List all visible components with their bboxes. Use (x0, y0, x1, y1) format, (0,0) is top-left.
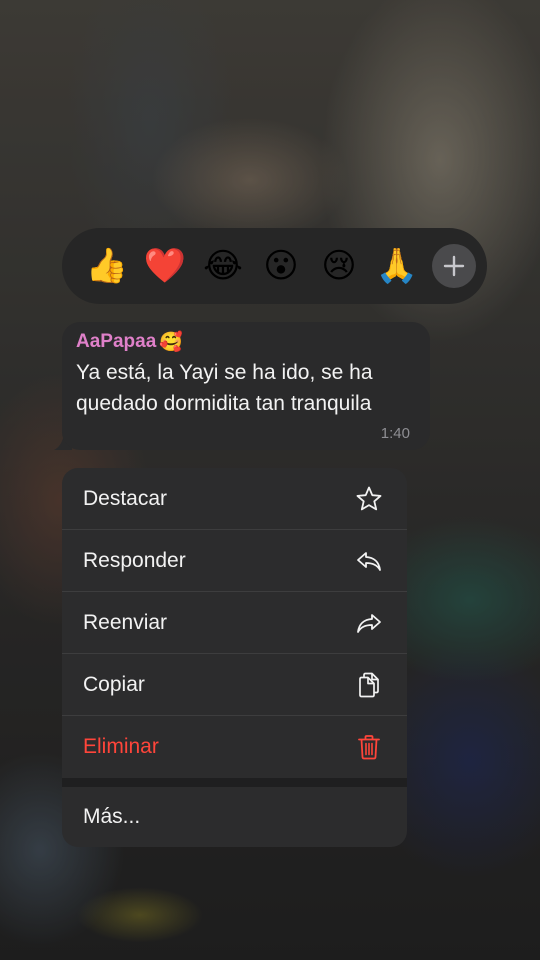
menu-item-label: Responder (83, 548, 186, 572)
face-with-tears-of-joy-icon[interactable]: 😂 (194, 237, 252, 295)
reaction-bar: 👍 ❤️ 😂 😮 😢 🙏 (62, 228, 487, 304)
forward-icon (355, 609, 383, 637)
menu-separator (62, 778, 407, 787)
message-text: Ya está, la Yayi se ha ido, se ha quedad… (76, 361, 373, 415)
message-context-menu: Destacar Responder Reenviar Copiar Elimi… (62, 468, 407, 847)
plus-icon (443, 255, 465, 277)
menu-item-destacar[interactable]: Destacar (62, 468, 407, 530)
thumbs-up-icon[interactable]: 👍 (78, 237, 136, 295)
add-reaction-button[interactable] (432, 244, 476, 288)
copy-icon (355, 671, 383, 699)
menu-item-label: Destacar (83, 486, 168, 510)
menu-item-responder[interactable]: Responder (62, 530, 407, 592)
menu-item-label: Eliminar (83, 735, 159, 758)
message-bubble[interactable]: AaPapaa 🥰 Ya está, la Yayi se ha ido, se… (62, 322, 430, 450)
sender-name: AaPapaa 🥰 (76, 331, 416, 353)
star-icon (355, 485, 383, 513)
trash-icon (355, 733, 383, 761)
menu-item-copiar[interactable]: Copiar (62, 654, 407, 716)
menu-item-label: Copiar (83, 672, 145, 696)
menu-item-label: Más... (83, 805, 141, 828)
face-with-open-mouth-icon[interactable]: 😮 (252, 237, 310, 295)
sender-name-label: AaPapaa (76, 331, 157, 352)
menu-item-label: Reenviar (83, 610, 168, 634)
red-heart-icon[interactable]: ❤️ (136, 237, 194, 295)
smiling-face-with-hearts-icon: 🥰 (159, 332, 183, 353)
menu-item-eliminar[interactable]: Eliminar (62, 716, 407, 778)
crying-face-icon[interactable]: 😢 (310, 237, 368, 295)
menu-item-mas[interactable]: Más... (62, 787, 407, 847)
message-timestamp: 1:40 (380, 425, 410, 442)
menu-item-reenviar[interactable]: Reenviar (62, 592, 407, 654)
reply-icon (355, 547, 383, 575)
folded-hands-icon[interactable]: 🙏 (368, 237, 426, 295)
